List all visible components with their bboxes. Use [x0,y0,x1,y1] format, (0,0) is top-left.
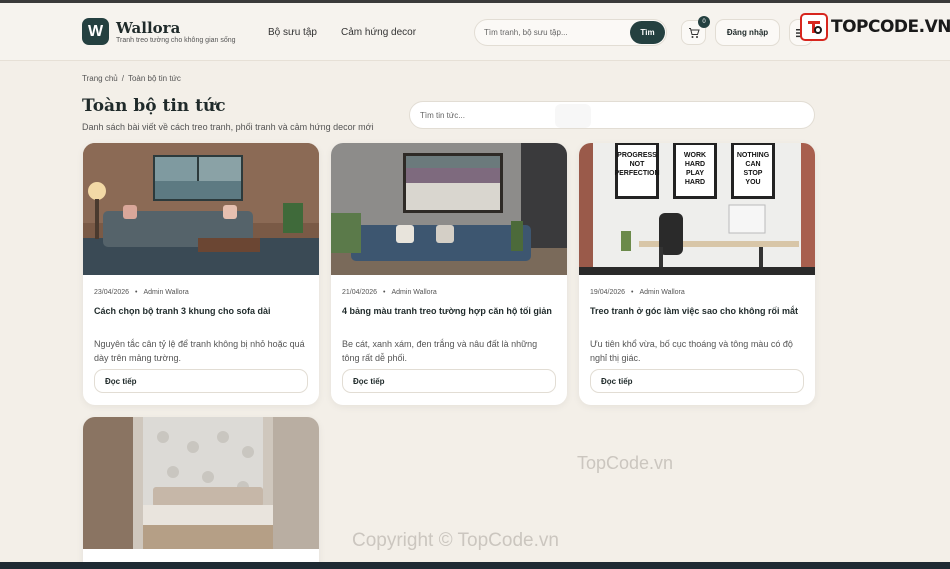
watermark-logo-text: TOPCODE.VN [831,17,950,37]
meta-separator: • [383,289,386,296]
breadcrumb-separator: / [121,74,124,83]
article-image-living-room[interactable] [83,143,319,275]
watermark-text: TopCode.vn [577,453,674,473]
article-card[interactable]: PROGRESS NOT PERFECTION WORK HARD PLAY HARD N… [579,143,815,405]
cart-icon [688,27,700,38]
article-date: 23/04/2026 [94,289,130,296]
watermark-copyright: Copyright © TopCode.vn [352,530,559,551]
breadcrumb-current: Toàn bộ tin tức [127,74,181,83]
site-header: W Wallora Tranh treo tường cho không gia… [0,3,950,61]
news-search-field[interactable]: Tìm tin tức... [409,101,815,129]
article-date: 19/04/2026 [590,289,626,296]
header-search[interactable]: Tìm tranh, bộ sưu tập... Tìm [474,19,667,46]
poster-word: NOT [630,161,646,168]
poster-word: NOTHING [737,152,770,159]
article-excerpt: Ưu tiên khổ vừa, bố cục thoáng và tông m… [590,339,793,363]
poster-word: CAN [745,161,760,168]
article-title[interactable]: 4 bảng màu tranh treo tường hợp căn hộ t… [342,304,556,318]
page-subtitle: Danh sách bài viết về cách treo tranh, p… [82,122,374,132]
breadcrumb: Trang chủ / Toàn bộ tin tức [82,74,181,83]
article-date: 21/04/2026 [342,289,378,296]
article-author: Admin Wallora [391,289,437,296]
nav-decor-inspiration[interactable]: Cảm hứng decor [341,27,416,38]
news-search-highlight [555,104,591,128]
article-excerpt: Be cát, xanh xám, đen trắng và nâu đất l… [342,339,538,363]
poster-word: PERFECTION [614,170,659,177]
watermark-mark-icon [800,13,828,41]
poster-word: PROGRESS [617,152,657,159]
page-title: Toàn bộ tin tức [82,96,226,116]
article-title[interactable]: Cách chọn bộ tranh 3 khung cho sofa dài [94,304,308,318]
watermark-logo: TOPCODE.VN [800,12,950,42]
article-meta: 21/04/2026 • Admin Wallora [342,289,437,296]
read-more-button[interactable]: Đọc tiếp [590,369,804,393]
cart-count-badge: 0 [698,16,710,28]
nav-collections[interactable]: Bộ sưu tập [268,27,317,38]
article-card[interactable]: 21/04/2026 • Admin Wallora 4 bảng màu tran… [331,143,567,405]
article-meta: 19/04/2026 • Admin Wallora [590,289,685,296]
article-excerpt: Nguyên tắc cân tỷ lệ để tranh không bị n… [94,339,305,363]
brand-name[interactable]: Wallora [116,19,180,37]
news-search-input[interactable]: Tìm tin tức... [420,111,465,120]
article-title[interactable]: Treo tranh ở góc làm việc sao cho không … [590,304,804,318]
read-more-button[interactable]: Đọc tiếp [342,369,556,393]
brand-tagline: Tranh treo tường cho không gian sống [116,37,236,44]
breadcrumb-home[interactable]: Trang chủ [82,74,118,83]
article-image-bedroom[interactable] [83,417,319,549]
meta-separator: • [135,289,138,296]
article-author: Admin Wallora [639,289,685,296]
article-card[interactable] [83,417,319,569]
article-author: Admin Wallora [143,289,189,296]
read-more-button[interactable]: Đọc tiếp [94,369,308,393]
poster-word: HARD [685,179,705,186]
logo-mark[interactable]: W [82,18,109,45]
poster-word: YOU [745,179,760,186]
bottom-bar [0,562,950,569]
poster-word: WORK [684,152,706,159]
article-card[interactable]: 23/04/2026 • Admin Wallora Cách chọn bộ tr… [83,143,319,405]
search-button[interactable]: Tìm [630,21,665,44]
article-image-workspace[interactable]: PROGRESS NOT PERFECTION WORK HARD PLAY HARD N… [579,143,815,275]
poster-word: STOP [744,170,763,177]
login-button[interactable]: Đăng nhập [715,19,780,46]
article-meta: 23/04/2026 • Admin Wallora [94,289,189,296]
article-image-apartment[interactable] [331,143,567,275]
poster-word: HARD [685,161,705,168]
search-input[interactable]: Tìm tranh, bộ sưu tập... [484,28,568,37]
meta-separator: • [631,289,634,296]
poster-word: PLAY [686,170,704,177]
